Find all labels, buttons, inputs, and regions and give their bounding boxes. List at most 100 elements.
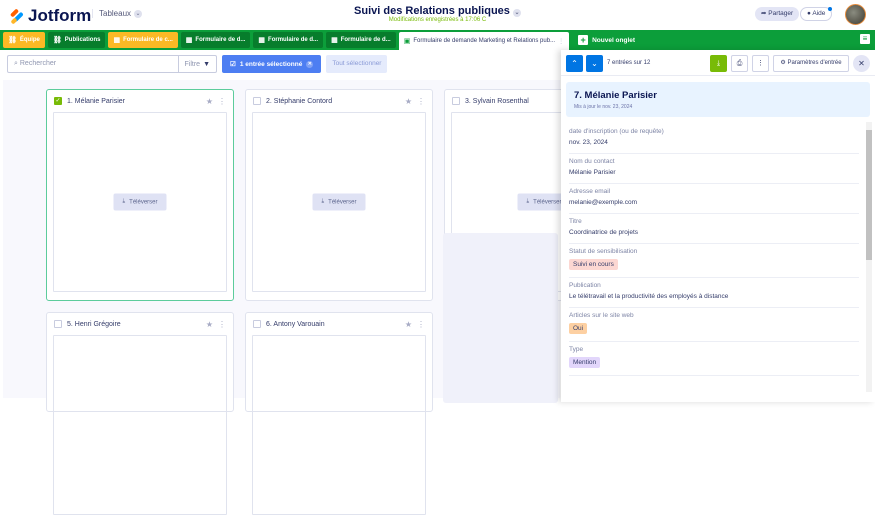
- star-icon[interactable]: ★: [405, 97, 412, 106]
- tab-publications[interactable]: ⛓ Publications: [47, 32, 106, 48]
- clear-selection-icon[interactable]: ✕: [306, 60, 314, 68]
- entry-settings-button[interactable]: ⚙ Paramètres d'entrée: [773, 55, 849, 72]
- more-icon[interactable]: ⋮: [417, 320, 425, 329]
- more-icon[interactable]: ⋮: [218, 97, 226, 106]
- selected-entries-button[interactable]: ☑ 1 entrée sélectionné ✕: [222, 55, 322, 73]
- search-input[interactable]: ⌕ Rechercher Filtre ▼: [7, 55, 217, 73]
- upload-button[interactable]: ⤓ Téléverser: [113, 193, 167, 211]
- scrollbar[interactable]: [866, 122, 872, 392]
- more-options-button[interactable]: ⋮: [752, 55, 769, 72]
- upload-label: Téléverser: [533, 199, 562, 205]
- entry-field: Adresse email melanie@exemple.com: [569, 184, 859, 214]
- field-text: Mélanie Parisier: [569, 169, 616, 176]
- card-checkbox[interactable]: [452, 97, 460, 105]
- entry-field: date d'inscription (ou de requête) nov. 2…: [569, 124, 859, 154]
- star-icon[interactable]: ★: [206, 320, 213, 329]
- tab-label: Formulaire de d...: [268, 37, 319, 43]
- panel-toolbar: ⌃ ⌄ 7 entrées sur 12 ⤓ ⎙ ⋮ ⚙ Paramètres …: [561, 50, 875, 76]
- more-icon[interactable]: ⋮: [417, 97, 425, 106]
- next-entry-button[interactable]: ⌄: [586, 55, 603, 72]
- tab-bar: ⛓ Équipe ⛓ Publications ▦ Formulaire de c..…: [0, 30, 875, 50]
- tab-form-active[interactable]: ▣ Formulaire de demande Marketing et Rela…: [398, 32, 570, 50]
- field-label: Publication: [569, 282, 601, 289]
- field-tag: Mention: [569, 357, 601, 368]
- search-icon: ⌕: [14, 60, 18, 67]
- new-tab-label: Nouvel onglet: [592, 36, 636, 44]
- field-label: Articles sur le site web: [569, 312, 634, 319]
- upload-icon: ⤓: [122, 198, 126, 205]
- entry-field: Titre Coordinatrice de projets: [569, 214, 859, 244]
- selected-label: 1 entrée sélectionné: [239, 60, 303, 68]
- field-value: melanie@exemple.com: [569, 199, 859, 206]
- share-button[interactable]: ➦ Partager: [755, 7, 800, 21]
- card-title: 2. Stéphanie Contord: [266, 97, 333, 105]
- card-checkbox[interactable]: [253, 320, 261, 328]
- entry-card[interactable]: ✓ 1. Mélanie Parisier ★ ⋮ ⤓ Téléverser: [46, 89, 234, 301]
- entry-detail-panel: ⌃ ⌄ 7 entrées sur 12 ⤓ ⎙ ⋮ ⚙ Paramètres …: [561, 50, 875, 402]
- field-value: Le télétravail et la productivité des em…: [569, 293, 859, 300]
- tab-label: Publications: [64, 37, 101, 43]
- tab-form-4[interactable]: ▦ Formulaire de d...: [326, 32, 396, 48]
- field-value: Coordinatrice de projets: [569, 229, 859, 236]
- filter-label: Filtre: [184, 60, 201, 68]
- field-value: nov. 23, 2024: [569, 139, 859, 146]
- page-title[interactable]: Suivi des Relations publiques ⌄: [0, 5, 875, 17]
- field-value: Mélanie Parisier: [569, 169, 859, 176]
- upload-label: Téléverser: [129, 199, 158, 205]
- tab-label: Formulaire de d...: [195, 37, 246, 43]
- search-placeholder: Rechercher: [19, 60, 57, 67]
- avatar[interactable]: [845, 4, 866, 25]
- field-value: Oui: [569, 323, 859, 334]
- tab-menu-icon[interactable]: ⋮: [558, 38, 564, 45]
- tab-form-2[interactable]: ▦ Formulaire de d...: [180, 32, 251, 48]
- entry-header: 7. Mélanie Parisier Mis à jour le nov. 2…: [566, 82, 870, 117]
- entry-card[interactable]: 6. Antony Varouain ★ ⋮: [245, 312, 433, 515]
- entry-count: 7 entrées sur 12: [607, 60, 651, 66]
- upload-button[interactable]: ⤓ Téléverser: [312, 193, 366, 211]
- star-icon[interactable]: ★: [405, 320, 412, 329]
- field-value: Mention: [569, 357, 859, 368]
- star-icon[interactable]: ★: [206, 97, 213, 106]
- tab-form-1[interactable]: ▦ Formulaire de c...: [108, 32, 178, 48]
- field-label: Nom du contact: [569, 158, 615, 165]
- more-icon[interactable]: ⋮: [218, 320, 226, 329]
- entry-field: Type Mention: [569, 342, 859, 376]
- previous-entry-button[interactable]: ⌃: [566, 55, 583, 72]
- image-placeholder: [252, 335, 426, 515]
- card-checkbox[interactable]: [54, 320, 62, 328]
- entry-card[interactable]: 5. Henri Grégoire ★ ⋮: [46, 312, 234, 515]
- loading-card-skeleton: [443, 233, 558, 403]
- print-button[interactable]: ⎙: [731, 55, 748, 72]
- tab-label: Formulaire de c...: [123, 37, 173, 43]
- tab-equipe[interactable]: ⛓ Équipe: [3, 32, 45, 48]
- tab-form-3[interactable]: ▦ Formulaire de d...: [253, 32, 324, 48]
- entry-field: Articles sur le site web Oui: [569, 308, 859, 342]
- card-checkbox[interactable]: [253, 97, 261, 105]
- field-text: melanie@exemple.com: [569, 199, 638, 206]
- download-button[interactable]: ⤓: [710, 55, 727, 72]
- list-menu-icon[interactable]: ≡: [860, 34, 870, 44]
- image-placeholder: ⤓ Téléverser: [53, 112, 227, 292]
- entry-field: Publication Le télétravail et la producti…: [569, 278, 859, 308]
- title-text: Suivi des Relations publiques: [354, 5, 510, 17]
- form-icon: ▣: [403, 38, 411, 45]
- help-label: Aide: [812, 10, 826, 17]
- tab-label: Formulaire de d...: [340, 37, 391, 43]
- select-all-button[interactable]: Tout sélectionner: [326, 55, 388, 73]
- image-placeholder: ⤓ Téléverser: [252, 112, 426, 292]
- help-button[interactable]: ● Aide: [800, 7, 833, 21]
- new-tab-button[interactable]: + Nouvel onglet: [572, 32, 635, 48]
- close-panel-button[interactable]: ✕: [853, 55, 870, 72]
- save-status: Modifications enregistrées à 17:06 C: [388, 17, 487, 23]
- field-label: Adresse email: [569, 188, 611, 195]
- card-title: 6. Antony Varouain: [266, 320, 325, 328]
- field-text: nov. 23, 2024: [569, 139, 608, 146]
- field-tag: Oui: [569, 323, 588, 334]
- filter-button[interactable]: Filtre ▼: [177, 56, 217, 72]
- image-placeholder: [53, 335, 227, 515]
- entry-card[interactable]: 2. Stéphanie Contord ★ ⋮ ⤓ Téléverser: [245, 89, 433, 301]
- card-checkbox[interactable]: ✓: [54, 97, 62, 105]
- entry-title: 7. Mélanie Parisier: [574, 90, 657, 101]
- checkbox-icon: ☑: [230, 61, 236, 68]
- scrollbar-thumb[interactable]: [866, 130, 872, 260]
